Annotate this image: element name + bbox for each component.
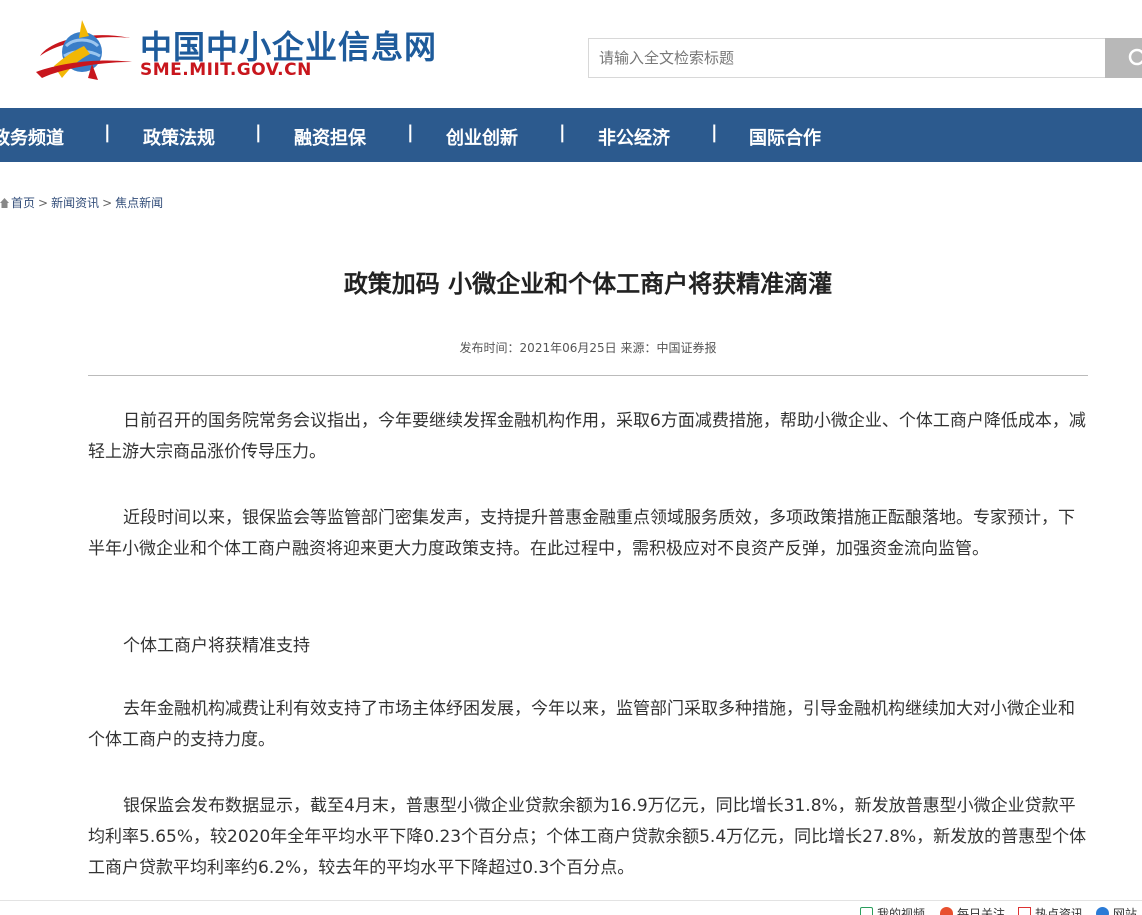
article-meta: 发布时间：2021年06月25日 来源：中国证券报	[459, 341, 717, 355]
video-icon	[860, 907, 873, 915]
article-paragraph: 银保监会发布数据显示，截至4月末，普惠型小微企业贷款余额为16.9万亿元，同比增…	[88, 796, 1087, 878]
search-input[interactable]	[588, 38, 1106, 78]
title-divider	[88, 375, 1088, 376]
nav-item-entrepreneurship[interactable]: 创业创新	[446, 124, 518, 150]
bottom-item-my-videos[interactable]: 我的视频	[860, 905, 925, 915]
bottom-item-hot-news[interactable]: 热点资讯	[1018, 905, 1083, 915]
bottom-item-label: 热点资讯	[1035, 907, 1084, 915]
nav-item-private-economy[interactable]: 非公经济	[598, 124, 670, 150]
article-paragraph: 去年金融机构减费让利有效支持了市场主体纾困发展，今年以来，监管部门采取多种措施，…	[88, 699, 1075, 750]
nav-separator: |	[255, 122, 262, 143]
nav-item-international[interactable]: 国际合作	[749, 124, 821, 150]
article-paragraph: 近段时间以来，银保监会等监管部门密集发声，支持提升普惠金融重点领域服务质效，多项…	[88, 508, 1075, 559]
bottom-item-site[interactable]: 网站	[1093, 904, 1138, 915]
article-paragraph: 日前召开的国务院常务会议指出，今年要继续发挥金融机构作用，采取6方面减费措施，帮…	[88, 411, 1086, 462]
site-header: 中国中小企业信息网 SME.MIIT.GOV.CN	[0, 0, 1142, 108]
nav-separator: |	[104, 122, 111, 143]
main-nav: 政务频道 | 政策法规 | 融资担保 | 创业创新 | 非公经济 | 国际合作	[0, 108, 1142, 162]
bottom-item-label: 每日关注	[957, 907, 1006, 915]
flame-icon	[940, 907, 953, 915]
breadcrumb-home[interactable]: 首页	[11, 196, 35, 210]
bottom-toolbar: 我的视频 每日关注 热点资讯 网站	[0, 900, 1142, 915]
nav-item-zhengwu[interactable]: 政务频道	[0, 124, 64, 150]
site-url: SME.MIIT.GOV.CN	[140, 60, 312, 80]
search-button[interactable]	[1105, 38, 1142, 78]
breadcrumb-separator: >	[38, 196, 49, 210]
nav-item-policy[interactable]: 政策法规	[143, 124, 215, 150]
breadcrumb-separator: >	[102, 196, 113, 210]
nav-separator: |	[407, 122, 414, 143]
article-subheading: 个体工商户将获精准支持	[123, 636, 310, 656]
news-icon	[1018, 907, 1031, 915]
nav-item-financing[interactable]: 融资担保	[294, 124, 366, 150]
article-title: 政策加码 小微企业和个体工商户将获精准滴灌	[343, 270, 833, 298]
breadcrumb: 首页 > 新闻资讯 > 焦点新闻	[0, 194, 163, 211]
drop-icon	[1093, 904, 1112, 915]
bottom-item-label: 网站	[1113, 907, 1138, 915]
nav-separator: |	[711, 122, 718, 143]
home-icon	[0, 198, 9, 208]
search-icon	[1128, 48, 1142, 66]
breadcrumb-news[interactable]: 新闻资讯	[51, 196, 99, 210]
breadcrumb-focus-news[interactable]: 焦点新闻	[115, 196, 163, 210]
bottom-item-label: 我的视频	[877, 907, 926, 915]
site-logo[interactable]	[32, 16, 136, 86]
bottom-item-daily-focus[interactable]: 每日关注	[940, 905, 1005, 915]
nav-separator: |	[559, 122, 566, 143]
